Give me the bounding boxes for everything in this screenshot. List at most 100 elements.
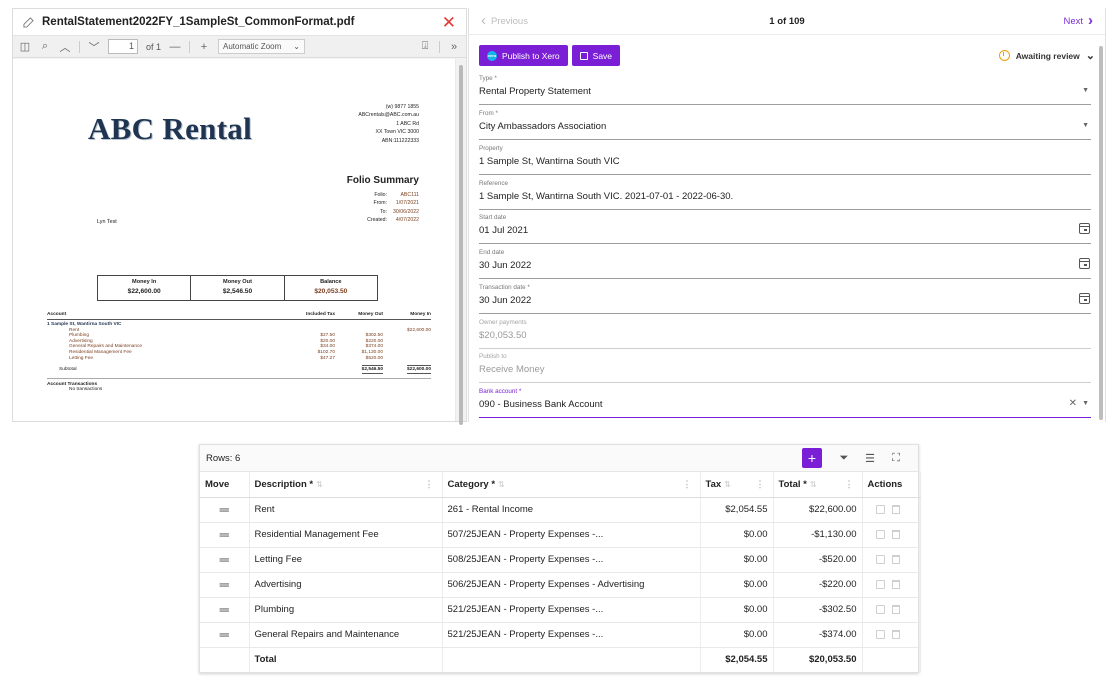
actions-cell <box>862 622 921 648</box>
sort-icon[interactable]: ⇅ <box>810 480 817 489</box>
column-header-description[interactable]: Description * ⇅ ⋮ <box>249 472 443 498</box>
drag-handle-icon[interactable]: ═ <box>200 622 250 648</box>
form-scrollbar[interactable] <box>1099 46 1103 420</box>
more-tools-icon[interactable]: » <box>448 41 460 53</box>
search-icon[interactable]: ⌕ <box>39 40 51 53</box>
tax-cell[interactable]: $0.00 <box>700 522 774 548</box>
column-menu-icon[interactable]: ⋮ <box>425 479 434 490</box>
category-cell[interactable]: 521/25JEAN - Property Expenses -... <box>442 622 701 648</box>
from-select[interactable]: From * City Ambassadors Association ▼ <box>479 107 1091 140</box>
zoom-select[interactable]: Automatic Zoom ⌄ <box>218 39 305 54</box>
dropdown-arrow-icon[interactable]: ▼ <box>1082 400 1089 407</box>
description-cell[interactable]: Residential Management Fee <box>249 522 443 548</box>
total-actions-cell <box>862 647 921 672</box>
sort-icon[interactable]: ⇅ <box>316 480 323 489</box>
category-cell[interactable]: 521/25JEAN - Property Expenses -... <box>442 597 701 623</box>
total-cell[interactable]: -$302.50 <box>773 597 863 623</box>
delete-icon[interactable] <box>891 530 900 539</box>
tax-cell[interactable]: $0.00 <box>700 622 774 648</box>
start-date-field[interactable]: Start date 01 Jul 2021 <box>479 211 1091 244</box>
pdf-viewport[interactable]: ABC Rental (w) 9877 1855 ABCrentals@ABC.… <box>13 59 456 421</box>
edit-icon[interactable] <box>23 16 34 28</box>
bank-account-select[interactable]: Bank account * 090 - Business Bank Accou… <box>479 385 1091 418</box>
drag-handle-icon[interactable]: ═ <box>200 547 250 573</box>
calendar-icon[interactable] <box>1079 258 1090 269</box>
description-cell[interactable]: Letting Fee <box>249 547 443 573</box>
edit-icon[interactable] <box>875 605 885 614</box>
reference-field[interactable]: Reference 1 Sample St, Wantirna South VI… <box>479 177 1091 210</box>
delete-icon[interactable] <box>891 505 900 514</box>
delete-icon[interactable] <box>891 630 900 639</box>
column-header-category[interactable]: Category * ⇅ ⋮ <box>442 472 701 498</box>
column-menu-icon[interactable]: ⋮ <box>756 479 765 490</box>
category-cell[interactable]: 507/25JEAN - Property Expenses -... <box>442 522 701 548</box>
save-button[interactable]: Save <box>571 45 621 66</box>
edit-icon[interactable] <box>875 580 885 589</box>
density-icon[interactable]: ☰ <box>860 452 880 465</box>
dropdown-arrow-icon[interactable]: ▼ <box>1082 87 1089 94</box>
drag-handle-icon[interactable]: ═ <box>200 522 250 548</box>
page-down-icon[interactable]: ﹀ <box>88 41 100 54</box>
category-cell[interactable]: 508/25JEAN - Property Expenses -... <box>442 547 701 573</box>
edit-icon[interactable] <box>875 630 885 639</box>
page-up-icon[interactable]: ︿ <box>59 41 71 54</box>
download-icon[interactable]: ⍗ <box>419 40 431 53</box>
edit-icon[interactable] <box>875 555 885 564</box>
fullscreen-icon[interactable]: ⛶ <box>886 452 906 465</box>
sort-icon[interactable]: ⇅ <box>498 480 505 489</box>
description-cell[interactable]: Plumbing <box>249 597 443 623</box>
description-cell[interactable]: Advertising <box>249 572 443 598</box>
delete-icon[interactable] <box>891 605 900 614</box>
tax-cell[interactable]: $0.00 <box>700 597 774 623</box>
edit-icon[interactable] <box>875 530 885 539</box>
column-header-tax[interactable]: Tax ⇅ ⋮ <box>700 472 774 498</box>
publish-to-xero-button[interactable]: xero Publish to Xero <box>479 45 568 66</box>
sort-icon[interactable]: ⇅ <box>724 480 731 489</box>
type-select[interactable]: Type * Rental Property Statement ▼ <box>479 72 1091 105</box>
total-cell[interactable]: $22,600.00 <box>773 497 863 523</box>
close-icon[interactable]: ✕ <box>442 14 456 31</box>
add-row-button[interactable]: + <box>802 448 822 468</box>
drag-handle-icon[interactable]: ═ <box>200 572 250 598</box>
description-cell[interactable]: Rent <box>249 497 443 523</box>
tax-cell[interactable]: $2,054.55 <box>700 497 774 523</box>
calendar-icon[interactable] <box>1079 293 1090 304</box>
total-cell[interactable]: -$374.00 <box>773 622 863 648</box>
delete-icon[interactable] <box>891 555 900 564</box>
previous-button[interactable]: ‹ Previous <box>481 13 681 28</box>
column-menu-icon[interactable]: ⋮ <box>683 479 692 490</box>
next-button[interactable]: Next › <box>893 13 1093 28</box>
description-cell[interactable]: General Repairs and Maintenance <box>249 622 443 648</box>
dropdown-arrow-icon[interactable]: ▼ <box>1082 122 1089 129</box>
pdf-scrollbar[interactable] <box>456 59 466 425</box>
category-cell[interactable]: 506/25JEAN - Property Expenses - Adverti… <box>442 572 701 598</box>
property-field[interactable]: Property 1 Sample St, Wantirna South VIC <box>479 142 1091 175</box>
sidebar-toggle-icon[interactable]: ◫ <box>19 41 31 53</box>
drag-handle-icon[interactable]: ═ <box>200 597 250 623</box>
zoom-in-icon[interactable]: + <box>198 41 210 53</box>
field-label: Transaction date * <box>479 284 530 291</box>
column-header-total[interactable]: Total * ⇅ ⋮ <box>773 472 863 498</box>
drag-handle-icon[interactable]: ═ <box>200 497 250 523</box>
tax-cell[interactable]: $0.00 <box>700 572 774 598</box>
status-dropdown[interactable]: Awaiting review ⌄ <box>998 49 1095 62</box>
tax-cell[interactable]: $0.00 <box>700 547 774 573</box>
column-label: Actions <box>867 478 903 490</box>
end-date-field[interactable]: End date 30 Jun 2022 <box>479 246 1091 279</box>
edit-icon[interactable] <box>875 505 885 514</box>
clear-icon[interactable]: ✕ <box>1069 398 1077 409</box>
total-cell[interactable]: -$520.00 <box>773 547 863 573</box>
total-cell[interactable]: -$1,130.00 <box>773 522 863 548</box>
calendar-icon[interactable] <box>1079 223 1090 234</box>
scrollbar-thumb[interactable] <box>459 65 463 425</box>
transaction-date-field[interactable]: Transaction date * 30 Jun 2022 <box>479 281 1091 314</box>
chevron-down-icon: ⌄ <box>293 42 300 51</box>
field-value: City Ambassadors Association <box>479 121 607 132</box>
page-number-input[interactable]: 1 <box>108 39 138 54</box>
zoom-out-icon[interactable]: — <box>169 41 181 53</box>
total-cell[interactable]: -$220.00 <box>773 572 863 598</box>
category-cell[interactable]: 261 - Rental Income <box>442 497 701 523</box>
filter-icon[interactable]: ⏷ <box>834 452 854 465</box>
delete-icon[interactable] <box>891 580 900 589</box>
column-menu-icon[interactable]: ⋮ <box>845 479 854 490</box>
